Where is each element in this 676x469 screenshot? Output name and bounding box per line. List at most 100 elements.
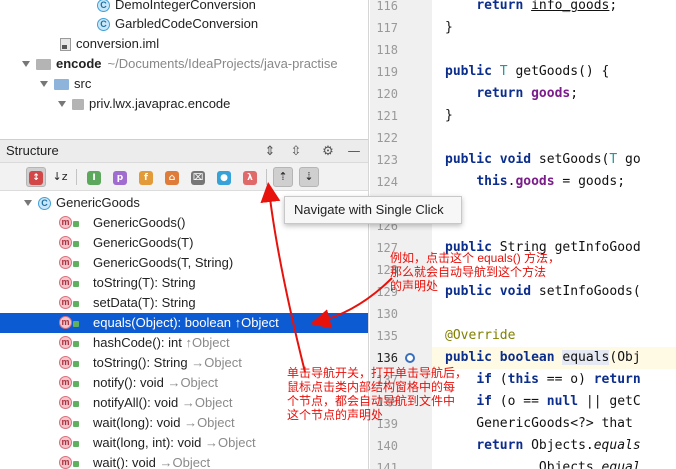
autoscroll-from-source-icon[interactable]: ⇣: [299, 167, 319, 187]
structure-root-generic-goods[interactable]: C GenericGoods: [24, 193, 140, 213]
tree-item-garbled-code-conversion[interactable]: C GarbledCodeConversion: [97, 14, 258, 34]
lambda-icon[interactable]: λ: [240, 167, 260, 187]
package-icon: [72, 98, 84, 110]
code-line: return goods;: [476, 86, 579, 101]
show-inherited-icon[interactable]: I: [84, 167, 104, 187]
code-line: public boolean equals(Obj: [445, 350, 641, 365]
tree-item-label: DemoIntegerConversion: [115, 0, 256, 12]
show-lambdas-icon[interactable]: ●: [214, 167, 234, 187]
structure-member-row[interactable]: m setData(T): String: [0, 293, 368, 313]
tree-item-label: src: [74, 76, 92, 91]
structure-member-row[interactable]: m wait(long, int): void →Object: [0, 433, 368, 453]
method-icon: m: [59, 236, 72, 249]
line-number: 121: [376, 109, 398, 123]
public-visibility-icon: [73, 221, 79, 227]
structure-member-row[interactable]: m GenericGoods(T): [0, 233, 368, 253]
line-number: 117: [376, 21, 398, 35]
tree-item-demo-integer-conversion[interactable]: C DemoIntegerConversion: [97, 0, 256, 15]
expand-arrow-icon[interactable]: [24, 200, 32, 206]
annotation-toggle-note: 单击导航开关，打开单击导航后， 鼠标点击类内部结构窗格中的每 个节点，都会自动导…: [287, 366, 468, 422]
structure-member-row[interactable]: m wait(): void →Object: [0, 453, 368, 469]
sort-alphabetically-icon[interactable]: ↓z: [50, 167, 70, 187]
code-line: public void setGoods(T go: [445, 152, 641, 167]
member-inherited-suffix: ↑Object: [234, 315, 279, 330]
minimize-icon[interactable]: —: [346, 144, 362, 160]
method-icon: m: [59, 416, 72, 429]
structure-member-row[interactable]: m hashCode(): int ↑Object: [0, 333, 368, 353]
code-line: if (o == null || getC: [476, 394, 641, 409]
public-visibility-icon: [73, 281, 79, 287]
code-line: @Override: [445, 328, 516, 343]
public-visibility-icon: [73, 441, 79, 447]
member-inherited-suffix: →Object: [181, 395, 233, 410]
public-visibility-icon: [73, 321, 79, 327]
toolbar-separator: [76, 169, 77, 185]
line-number: 135: [376, 329, 398, 343]
code-line: }: [445, 20, 453, 35]
member-label: GenericGoods(T, String): [93, 255, 234, 270]
method-icon: m: [59, 256, 72, 269]
show-properties-icon[interactable]: p: [110, 167, 130, 187]
method-icon: m: [59, 356, 72, 369]
show-non-public-icon[interactable]: ⌂: [162, 167, 182, 187]
member-label: equals(Object): boolean ↑Object: [93, 315, 279, 330]
show-fields-icon[interactable]: f: [136, 167, 156, 187]
annotation-equals-note: 例如，点击这个 equals() 方法， 那么就会自动导航到这个方法 的声明处: [390, 251, 561, 293]
member-label: hashCode(): int ↑Object: [93, 335, 230, 350]
autoscroll-to-source-icon[interactable]: ⇡: [273, 167, 293, 187]
toolbar-separator: [266, 169, 267, 185]
member-label: toString(T): String: [93, 275, 196, 290]
tree-item-conversion-iml[interactable]: conversion.iml: [60, 34, 159, 54]
line-number: 141: [376, 461, 398, 469]
overrides-method-gutter-icon[interactable]: [405, 353, 415, 363]
code-line: Objects.equal: [445, 460, 641, 469]
line-number: 118: [376, 43, 398, 57]
code-line: }: [445, 108, 453, 123]
tree-item-package[interactable]: priv.lwx.javaprac.encode: [58, 94, 230, 114]
class-icon: C: [97, 17, 110, 31]
line-number: 140: [376, 439, 398, 453]
public-visibility-icon: [73, 461, 79, 467]
public-visibility-icon: [73, 241, 79, 247]
class-icon: C: [97, 0, 110, 12]
method-icon: m: [59, 396, 72, 409]
module-folder-icon: [36, 58, 51, 70]
navigate-single-click-tooltip: Navigate with Single Click: [284, 196, 462, 224]
line-number: 116: [376, 0, 398, 13]
module-name: encode: [56, 56, 102, 71]
code-line: this.goods = goods;: [476, 174, 626, 189]
structure-title: Structure: [6, 143, 59, 158]
expand-arrow-icon[interactable]: [40, 81, 48, 87]
tree-item-encode-module[interactable]: encode ~/Documents/IdeaProjects/java-pra…: [22, 54, 338, 74]
method-icon: m: [59, 376, 72, 389]
line-number: 124: [376, 175, 398, 189]
code-line: GenericGoods<?> that: [445, 416, 633, 431]
expand-arrow-icon[interactable]: [22, 61, 30, 67]
collapse-all-icon[interactable]: ⇳: [288, 144, 304, 160]
expand-all-icon[interactable]: ⇕: [262, 144, 278, 160]
tree-item-label: conversion.iml: [76, 36, 160, 51]
member-inherited-suffix: →Object: [167, 375, 219, 390]
method-icon: m: [59, 456, 72, 469]
public-visibility-icon: [73, 381, 79, 387]
public-visibility-icon: [73, 301, 79, 307]
member-inherited-suffix: →Object: [205, 435, 256, 450]
structure-member-row[interactable]: m equals(Object): boolean ↑Object: [0, 313, 368, 333]
tree-item-label: GarbledCodeConversion: [115, 16, 259, 31]
public-visibility-icon: [73, 421, 79, 427]
member-label: notify(): void →Object: [93, 375, 219, 390]
structure-toolbar: ↕ ↓z I p f ⌂ ⌧ ● λ ⇡ ⇣: [0, 163, 368, 191]
public-visibility-icon: [73, 401, 79, 407]
member-label: wait(long, int): void →Object: [93, 435, 256, 450]
show-anonymous-icon[interactable]: ⌧: [188, 167, 208, 187]
sort-by-visibility-icon[interactable]: ↕: [26, 167, 46, 187]
gear-icon[interactable]: ⚙: [320, 144, 336, 160]
expand-arrow-icon[interactable]: [58, 101, 66, 107]
member-label: wait(long): void →Object: [93, 415, 235, 430]
structure-member-row[interactable]: m GenericGoods(T, String): [0, 253, 368, 273]
iml-file-icon: [60, 37, 71, 51]
tree-item-src[interactable]: src: [40, 74, 91, 94]
structure-member-row[interactable]: m toString(T): String: [0, 273, 368, 293]
member-label: setData(T): String: [93, 295, 196, 310]
code-editor[interactable]: return info_goods; } public T getGoods()…: [445, 0, 676, 469]
